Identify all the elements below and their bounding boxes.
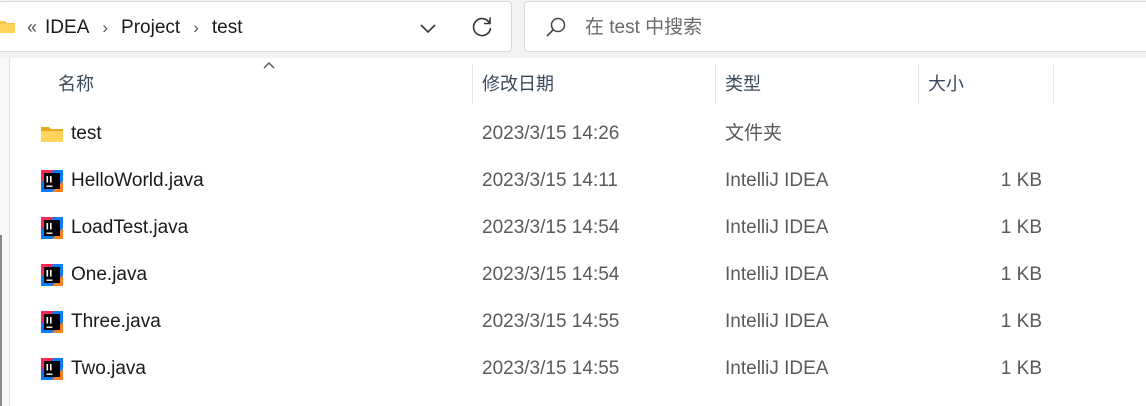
- breadcrumb: « IDEA › Project › test: [27, 2, 242, 53]
- file-size: 1 KB: [1000, 358, 1042, 379]
- column-divider[interactable]: [715, 64, 716, 104]
- explorer-toolbar: « IDEA › Project › test 在 test 中搜索: [0, 0, 1146, 58]
- file-size: 1 KB: [1000, 217, 1042, 238]
- folder-icon: [41, 127, 63, 142]
- chevron-right-icon[interactable]: ›: [102, 18, 108, 38]
- column-header-type[interactable]: 类型: [725, 58, 761, 108]
- file-name[interactable]: One.java: [71, 251, 147, 298]
- column-divider[interactable]: [472, 64, 473, 104]
- file-date: 2023/3/15 14:55: [482, 311, 620, 332]
- intellij-java-file-icon: [41, 217, 63, 239]
- folder-icon: [0, 21, 15, 33]
- address-bar[interactable]: « IDEA › Project › test: [0, 1, 512, 52]
- file-row[interactable]: One.java 2023/3/15 14:54 IntelliJ IDEA 1…: [10, 251, 1146, 298]
- column-divider[interactable]: [918, 64, 919, 104]
- breadcrumb-overflow[interactable]: «: [27, 17, 37, 38]
- column-header-size[interactable]: 大小: [928, 58, 964, 108]
- file-date: 2023/3/15 14:26: [482, 123, 620, 144]
- column-header: 名称 修改日期 类型 大小: [10, 58, 1146, 108]
- file-name[interactable]: LoadTest.java: [71, 204, 188, 251]
- file-row[interactable]: HelloWorld.java 2023/3/15 14:11 IntelliJ…: [10, 157, 1146, 204]
- chevron-down-icon[interactable]: [417, 17, 439, 39]
- sort-ascending-icon: [263, 62, 275, 69]
- breadcrumb-item-idea[interactable]: IDEA: [45, 17, 89, 39]
- file-date: 2023/3/15 14:54: [482, 217, 620, 238]
- file-row[interactable]: test 2023/3/15 14:26 文件夹: [10, 110, 1146, 157]
- search-placeholder: 在 test 中搜索: [585, 17, 703, 38]
- intellij-java-file-icon: [41, 358, 63, 380]
- file-size: 1 KB: [1000, 264, 1042, 285]
- navigation-scrollbar[interactable]: [0, 235, 2, 406]
- file-name[interactable]: HelloWorld.java: [71, 157, 204, 204]
- refresh-icon[interactable]: [469, 14, 495, 40]
- breadcrumb-item-test[interactable]: test: [212, 17, 243, 39]
- file-name[interactable]: Three.java: [71, 298, 161, 345]
- file-row[interactable]: Three.java 2023/3/15 14:55 IntelliJ IDEA…: [10, 298, 1146, 345]
- file-size: 1 KB: [1000, 170, 1042, 191]
- search-icon: [546, 17, 566, 37]
- file-type: IntelliJ IDEA: [725, 170, 829, 191]
- file-type: 文件夹: [725, 123, 783, 144]
- search-box[interactable]: 在 test 中搜索: [524, 1, 1146, 52]
- file-size: 1 KB: [1000, 311, 1042, 332]
- intellij-java-file-icon: [41, 264, 63, 286]
- file-name[interactable]: Two.java: [71, 345, 146, 392]
- file-type: IntelliJ IDEA: [725, 311, 829, 332]
- file-row[interactable]: Two.java 2023/3/15 14:55 IntelliJ IDEA 1…: [10, 345, 1146, 392]
- file-date: 2023/3/15 14:11: [482, 170, 618, 191]
- column-divider[interactable]: [1053, 64, 1054, 104]
- file-row[interactable]: LoadTest.java 2023/3/15 14:54 IntelliJ I…: [10, 204, 1146, 251]
- file-type: IntelliJ IDEA: [725, 264, 829, 285]
- file-name[interactable]: test: [71, 110, 102, 157]
- file-type: IntelliJ IDEA: [725, 217, 829, 238]
- file-date: 2023/3/15 14:55: [482, 358, 620, 379]
- column-header-name[interactable]: 名称: [58, 58, 94, 108]
- column-header-date[interactable]: 修改日期: [482, 58, 554, 108]
- intellij-java-file-icon: [41, 170, 63, 192]
- chevron-right-icon[interactable]: ›: [193, 18, 199, 38]
- intellij-java-file-icon: [41, 311, 63, 333]
- file-size: [910, 110, 1042, 157]
- file-type: IntelliJ IDEA: [725, 358, 829, 379]
- breadcrumb-item-project[interactable]: Project: [121, 17, 180, 39]
- file-date: 2023/3/15 14:54: [482, 264, 620, 285]
